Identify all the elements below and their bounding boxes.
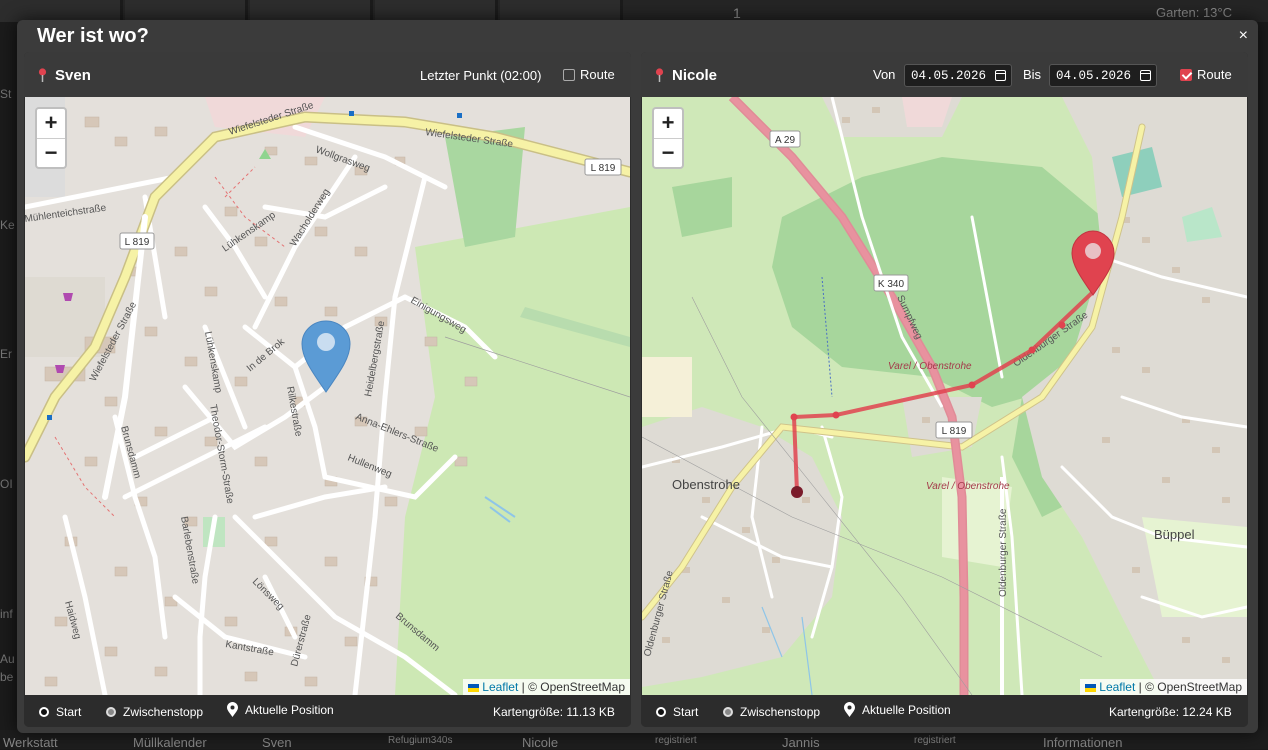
map-sven[interactable]: L 819 L 819 Wiefelsteder Straße Wiefelst… [25, 97, 630, 695]
bus-stop-icon [457, 113, 462, 118]
route-shield: L 819 [935, 421, 973, 439]
route-start-point[interactable] [791, 486, 803, 498]
dashboard-bottom-item[interactable]: Sven [262, 735, 292, 750]
route-toggle[interactable]: Route [1180, 67, 1232, 82]
route-label: Route [580, 67, 615, 82]
svg-text:Varel / Obenstrohe: Varel / Obenstrohe [888, 361, 972, 372]
map-tiles: L 819 L 819 Wiefelsteder Straße Wiefelst… [25, 97, 630, 695]
stopover-dot-icon [106, 707, 116, 717]
leaflet-link[interactable]: Leaflet [482, 680, 518, 694]
route-checkbox[interactable] [563, 68, 575, 81]
zoom-out-button[interactable]: − [654, 139, 682, 168]
map-attribution: Leaflet | © OpenStreetMap [463, 679, 630, 695]
dashboard-bottom-item[interactable]: Jannis [782, 735, 820, 750]
dashboard-bottom-item[interactable]: Werkstatt [3, 735, 58, 750]
svg-text:Obenstrohe: Obenstrohe [672, 477, 740, 492]
zoom-in-button[interactable]: + [654, 109, 682, 139]
dashboard-bottom-item[interactable]: Refugium340s [388, 735, 452, 746]
location-pin-icon [844, 702, 855, 717]
dashboard-bottom-item[interactable]: Informationen [1043, 735, 1123, 750]
where-is-who-dialog: Wer ist wo? × Sven Letzter Punkt (02:00)… [17, 20, 1258, 733]
map-attribution: Leaflet | © OpenStreetMap [1080, 679, 1247, 695]
calendar-icon[interactable] [995, 70, 1006, 81]
zoom-in-button[interactable]: + [37, 109, 65, 139]
legend-stopover: Zwischenstopp [723, 705, 820, 719]
dialog-title: Wer ist wo? [37, 25, 149, 47]
person-panel-sven: Sven Letzter Punkt (02:00) Route L 819 L… [24, 52, 631, 727]
dashboard-tile[interactable] [375, 0, 498, 22]
legend-start: Start [39, 705, 81, 719]
dashboard-tile[interactable] [125, 0, 248, 22]
person-name: Nicole [672, 67, 718, 84]
dashboard-garden-temp: Garten: 13°C [1155, 5, 1232, 20]
route-shield: A 29 [769, 130, 801, 148]
bus-stop-icon [47, 415, 52, 420]
start-dot-icon [39, 707, 49, 717]
leaflet-link[interactable]: Leaflet [1099, 680, 1135, 694]
calendar-icon[interactable] [1140, 70, 1151, 81]
route-shield: K 340 [873, 274, 909, 292]
dashboard-bottom-item[interactable]: Nicole [522, 735, 558, 750]
route-shield: L 819 [584, 158, 622, 176]
dashboard-bottom-item[interactable]: registriert [655, 735, 697, 746]
route-shield: L 819 [119, 232, 155, 250]
bus-stop-icon [349, 111, 354, 116]
zoom-control: + − [35, 107, 67, 169]
ukraine-flag-icon [468, 683, 480, 692]
route-label: Route [1197, 67, 1232, 82]
panel-header: Nicole Von 04.05.2026 Bis 04.05.2026 Rou… [641, 52, 1248, 97]
dashboard-bottom-item[interactable]: registriert [914, 735, 956, 746]
to-date-input[interactable]: 04.05.2026 [1049, 64, 1157, 87]
ukraine-flag-icon [1085, 683, 1097, 692]
svg-text:L 819: L 819 [942, 426, 967, 437]
svg-text:L 819: L 819 [591, 163, 616, 174]
dashboard-bottom-item[interactable]: Müllkalender [133, 735, 207, 750]
zoom-control: + − [652, 107, 684, 169]
dashboard-badge-count: 1 [733, 5, 741, 21]
map-tiles: A 29 K 340 L 819 Sumpfweg Varel / Obenst… [642, 97, 1247, 695]
dashboard-tile[interactable] [0, 0, 123, 22]
person-panel-nicole: Nicole Von 04.05.2026 Bis 04.05.2026 Rou… [641, 52, 1248, 727]
svg-text:Oldenburger Straße: Oldenburger Straße [998, 508, 1009, 597]
legend-current-position: Aktuelle Position [844, 702, 951, 717]
dashboard-tile[interactable] [500, 0, 623, 22]
svg-text:Varel / Obenstrohe: Varel / Obenstrohe [926, 481, 1010, 492]
map-nicole[interactable]: A 29 K 340 L 819 Sumpfweg Varel / Obenst… [642, 97, 1247, 695]
svg-text:K 340: K 340 [878, 279, 905, 290]
legend-stopover: Zwischenstopp [106, 705, 203, 719]
forest-area [672, 177, 732, 237]
location-pin-icon [227, 702, 238, 717]
map-size-label: Kartengröße: 12.24 KB [1109, 705, 1232, 719]
legend-current-position: Aktuelle Position [227, 702, 334, 717]
svg-text:Büppel: Büppel [1154, 527, 1195, 542]
start-dot-icon [656, 707, 666, 717]
route-toggle[interactable]: Route [563, 67, 615, 82]
close-icon[interactable]: × [1239, 27, 1248, 45]
svg-text:L 819: L 819 [125, 237, 150, 248]
legend-start: Start [656, 705, 698, 719]
panel-footer: Start Zwischenstopp Aktuelle Position Ka… [24, 695, 631, 727]
pushpin-icon [38, 68, 47, 82]
farmland-area [642, 357, 692, 417]
from-label: Von [873, 67, 896, 82]
from-date-input[interactable]: 04.05.2026 [904, 64, 1012, 87]
to-label: Bis [1023, 67, 1042, 82]
last-point-label: Letzter Punkt (02:00) [420, 68, 542, 83]
zoom-out-button[interactable]: − [37, 139, 65, 168]
panel-header: Sven Letzter Punkt (02:00) Route [24, 52, 631, 97]
panel-footer: Start Zwischenstopp Aktuelle Position Ka… [641, 695, 1248, 727]
map-size-label: Kartengröße: 11.13 KB [493, 705, 615, 719]
svg-text:A 29: A 29 [775, 135, 795, 146]
osm-attribution[interactable]: | © OpenStreetMap [1139, 680, 1242, 694]
osm-attribution[interactable]: | © OpenStreetMap [522, 680, 625, 694]
route-checkbox[interactable] [1180, 68, 1192, 81]
person-name: Sven [55, 67, 91, 84]
dashboard-top-bar: 1 Garten: 13°C [0, 0, 1268, 22]
stopover-dot-icon [723, 707, 733, 717]
pushpin-icon [655, 68, 664, 82]
dashboard-tile[interactable] [250, 0, 373, 22]
